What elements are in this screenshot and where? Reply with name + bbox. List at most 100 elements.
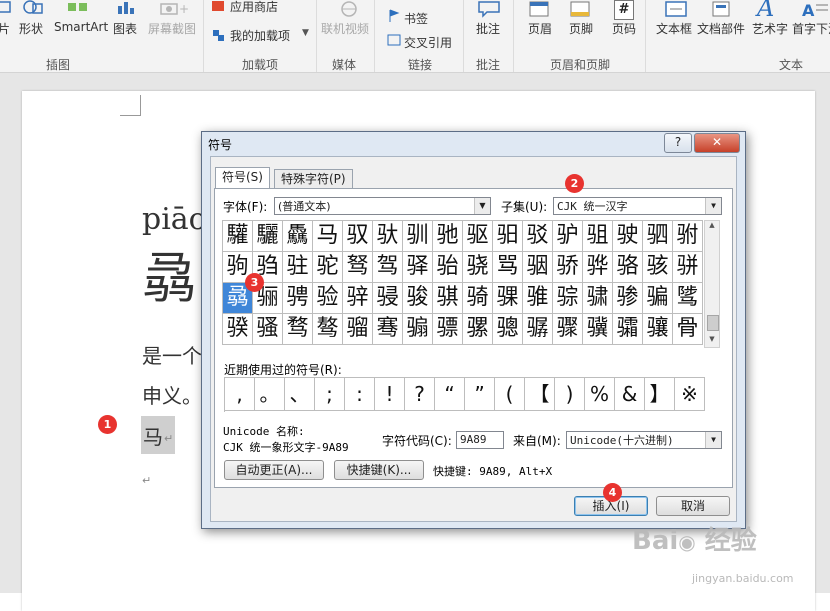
symbol-cell[interactable]: 骂 xyxy=(493,252,523,283)
dropcap-icon[interactable]: A xyxy=(800,0,830,18)
ribbon-page-number-button[interactable]: 页码 xyxy=(612,20,636,37)
ribbon-header-button[interactable]: 页眉 xyxy=(528,20,552,37)
symbol-cell[interactable]: 骋 xyxy=(283,283,313,314)
recent-symbol-cell[interactable]: ! xyxy=(375,378,405,411)
symbol-cell[interactable]: 驸 xyxy=(673,221,703,252)
symbol-cell[interactable]: 驷 xyxy=(643,221,673,252)
symbol-cell[interactable]: 骓 xyxy=(523,283,553,314)
symbol-cell[interactable]: 驰 xyxy=(433,221,463,252)
symbol-cell[interactable]: 驩 xyxy=(223,221,253,252)
ribbon-textbox-button[interactable]: 文本框 xyxy=(656,20,692,37)
symbol-cell[interactable]: 骜 xyxy=(313,314,343,345)
ribbon-wordart-button[interactable]: 艺术字 xyxy=(752,20,788,37)
symbol-cell[interactable]: 骑 xyxy=(463,283,493,314)
recent-symbol-cell[interactable]: ” xyxy=(465,378,495,411)
ribbon-quickparts-button[interactable]: 文档部件 xyxy=(697,20,745,37)
ribbon-my-addins-button[interactable]: 我的加载项 xyxy=(230,27,290,44)
recent-symbol-cell[interactable]: % xyxy=(585,378,615,411)
symbol-cell[interactable]: 驭 xyxy=(343,221,373,252)
symbol-cell[interactable]: 骗 xyxy=(643,283,673,314)
addins-icon[interactable] xyxy=(211,27,227,43)
symbol-cell[interactable]: 骟 xyxy=(403,314,433,345)
ribbon-footer-button[interactable]: 页脚 xyxy=(569,20,593,37)
symbol-cell[interactable]: 骠 xyxy=(433,314,463,345)
charcode-input[interactable]: 9A89 xyxy=(456,431,504,449)
symbol-cell[interactable]: 驻 xyxy=(283,252,313,283)
shortcut-key-button[interactable]: 快捷键(K)... xyxy=(334,460,424,480)
symbol-cell[interactable]: 骁 xyxy=(463,252,493,283)
symbol-cell[interactable]: 骈 xyxy=(673,252,703,283)
symbol-cell[interactable]: 驲 xyxy=(493,221,523,252)
symbol-cell[interactable]: 骞 xyxy=(373,314,403,345)
symbol-cell[interactable]: 骕 xyxy=(583,283,613,314)
symbol-cell[interactable]: 骃 xyxy=(523,252,553,283)
symbol-cell[interactable]: 驫 xyxy=(283,221,313,252)
ribbon-smartart-button[interactable]: SmartArt xyxy=(54,20,108,34)
symbol-cell[interactable]: 骇 xyxy=(643,252,673,283)
symbol-cell[interactable]: 骚 xyxy=(253,314,283,345)
symbol-cell[interactable]: 骢 xyxy=(493,314,523,345)
cancel-button[interactable]: 取消 xyxy=(656,496,730,516)
symbol-cell[interactable]: 骏 xyxy=(403,283,433,314)
symbol-cell[interactable]: 骆 xyxy=(613,252,643,283)
ribbon-shapes-button[interactable]: 形状 xyxy=(19,20,43,37)
ribbon-comment-button[interactable]: 批注 xyxy=(476,20,500,37)
symbol-cell[interactable]: 骦 xyxy=(613,314,643,345)
tab-symbols[interactable]: 符号(S) xyxy=(215,167,270,190)
ribbon-picture-button[interactable]: 片 xyxy=(0,20,10,37)
symbol-cell[interactable]: 验 xyxy=(313,283,343,314)
symbol-cell[interactable]: 驿 xyxy=(403,252,433,283)
symbol-cell[interactable]: 骡 xyxy=(463,314,493,345)
scrollbar-thumb[interactable] xyxy=(707,315,719,331)
recent-symbol-cell[interactable]: 【 xyxy=(525,378,555,411)
symbol-cell[interactable]: 驯 xyxy=(403,221,433,252)
picture-icon[interactable] xyxy=(0,0,12,16)
ribbon-bookmark-button[interactable]: 书签 xyxy=(404,10,428,27)
symbol-cell[interactable]: 驪 xyxy=(253,221,283,252)
chart-icon[interactable] xyxy=(116,0,136,16)
symbol-cell[interactable]: 骔 xyxy=(553,283,583,314)
recent-symbol-cell[interactable]: ( xyxy=(495,378,525,411)
symbol-cell[interactable]: 骅 xyxy=(583,252,613,283)
symbol-cell[interactable]: 骝 xyxy=(343,314,373,345)
ribbon-screenshot-button[interactable]: 屏幕截图 xyxy=(148,20,196,37)
quickparts-icon[interactable] xyxy=(710,0,734,18)
symbol-cell[interactable]: 驵 xyxy=(583,221,613,252)
symbol-cell[interactable]: 骍 xyxy=(343,283,373,314)
recent-symbol-cell[interactable]: & xyxy=(615,378,645,411)
chevron-down-icon[interactable]: ▼ xyxy=(474,198,490,214)
recent-symbol-cell[interactable]: 、 xyxy=(285,378,315,411)
symbol-cell[interactable]: 驽 xyxy=(343,252,373,283)
chevron-down-icon[interactable]: ▼ xyxy=(705,432,721,448)
symbol-cell[interactable]: 骀 xyxy=(433,252,463,283)
doc-selected-char[interactable]: 马 xyxy=(143,421,163,450)
symbol-cell[interactable]: 驾 xyxy=(373,252,403,283)
symbol-grid[interactable]: 驩驪驫马驭驮驯驰驱驲驳驴驵驶驷驸驹驺驻驼驽驾驿骀骁骂骃骄骅骆骇骈骉骊骋验骍骎骏骐… xyxy=(222,220,703,345)
header-icon[interactable] xyxy=(528,0,550,18)
recent-symbol-cell[interactable]: ) xyxy=(555,378,585,411)
symbol-cell[interactable]: 骘 xyxy=(673,283,703,314)
recent-symbol-cell[interactable]: : xyxy=(345,378,375,411)
symbol-cell[interactable]: 骐 xyxy=(433,283,463,314)
online-video-icon[interactable] xyxy=(334,0,364,18)
store-icon[interactable] xyxy=(211,0,225,12)
bookmark-icon[interactable] xyxy=(386,8,402,24)
ribbon-chart-button[interactable]: 图表 xyxy=(113,20,137,37)
scroll-up-icon[interactable]: ▲ xyxy=(705,221,719,233)
scroll-down-icon[interactable]: ▼ xyxy=(705,335,719,347)
autocorrect-button[interactable]: 自动更正(A)... xyxy=(224,460,324,480)
ribbon-store-button[interactable]: 应用商店 xyxy=(230,0,278,15)
screenshot-icon[interactable]: + xyxy=(158,0,188,16)
symbol-cell[interactable]: 骖 xyxy=(613,283,643,314)
symbol-cell[interactable]: 骤 xyxy=(553,314,583,345)
font-select[interactable]: (普通文本) ▼ xyxy=(274,197,491,215)
symbol-cell[interactable]: 马 xyxy=(313,221,343,252)
page-number-icon[interactable]: # xyxy=(614,0,634,20)
symbol-cell[interactable]: 驳 xyxy=(523,221,553,252)
recent-symbol-cell[interactable]: ? xyxy=(405,378,435,411)
help-button[interactable]: ? xyxy=(664,133,692,153)
recent-symbol-cell[interactable]: 】 xyxy=(645,378,675,411)
symbol-cell[interactable]: 骨 xyxy=(673,314,703,345)
symbol-cell[interactable]: 骛 xyxy=(283,314,313,345)
recent-symbol-cell[interactable]: “ xyxy=(435,378,465,411)
